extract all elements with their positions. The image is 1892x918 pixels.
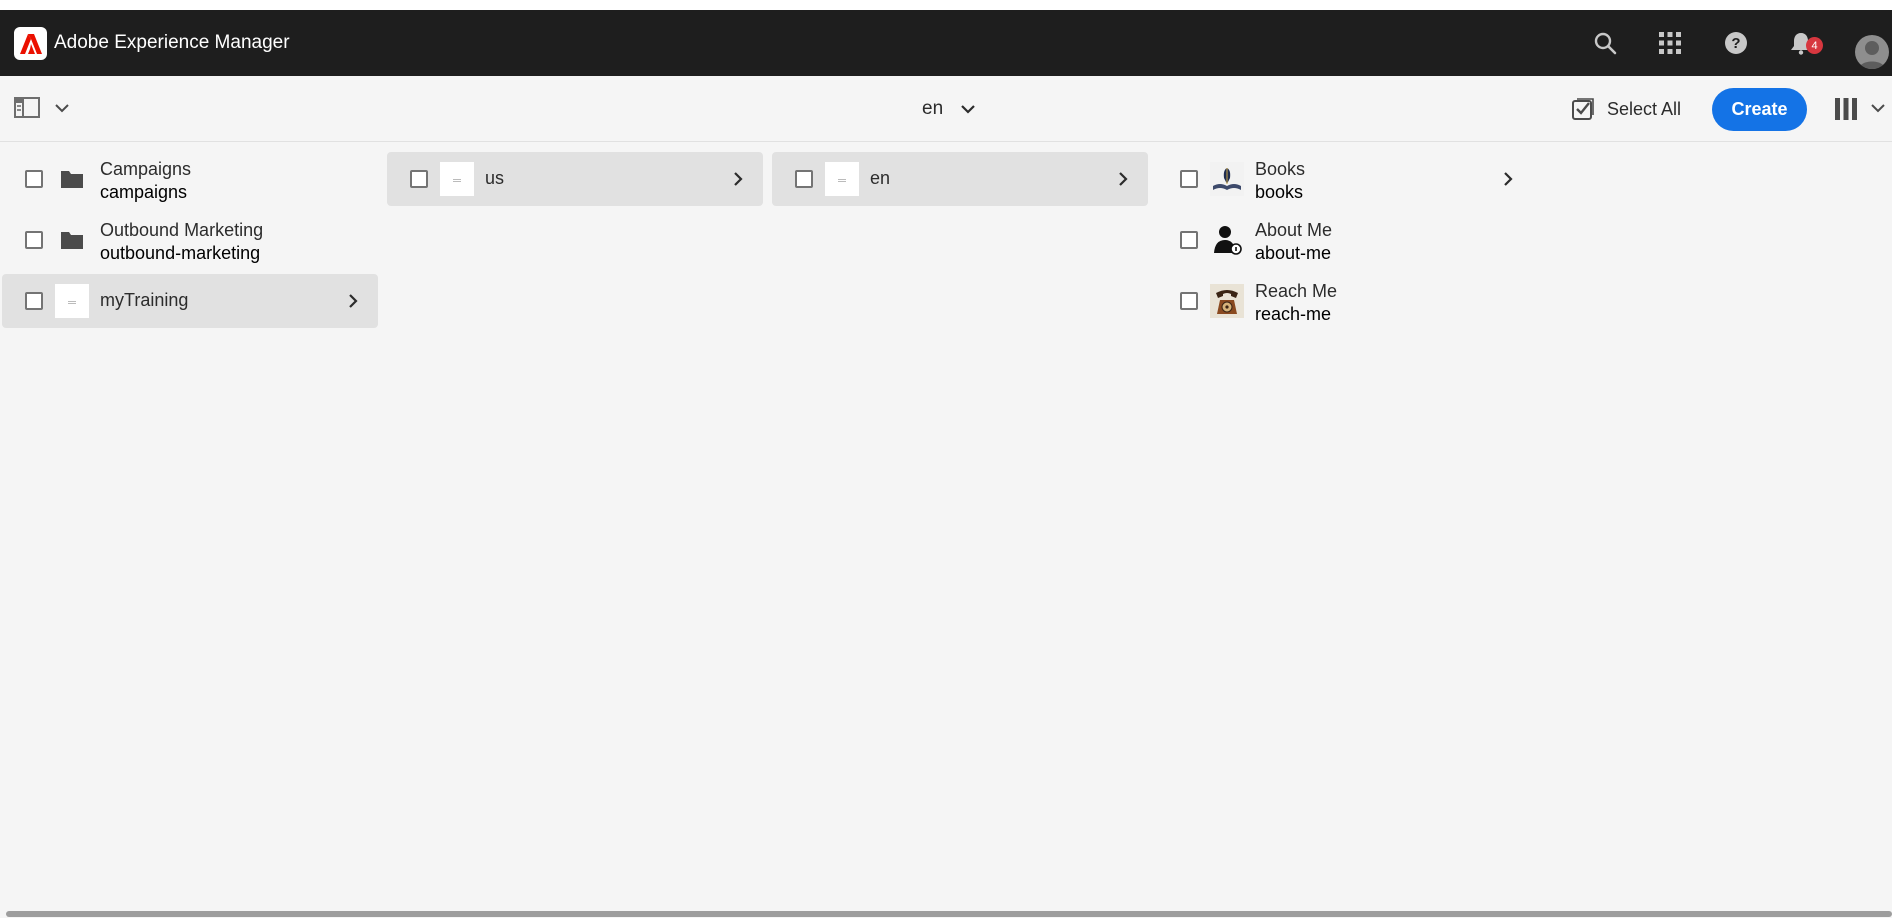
item-title: Campaigns (100, 159, 192, 179)
adobe-logo[interactable] (14, 27, 47, 60)
item-name: about-me (1255, 243, 1332, 263)
item-checkbox[interactable] (795, 170, 813, 188)
page-thumbnail (825, 162, 859, 196)
list-item-campaigns[interactable]: Campaigns campaigns (2, 152, 378, 206)
column-view-icon[interactable] (1834, 96, 1858, 122)
person-thumbnail (1210, 223, 1244, 257)
item-name: books (1255, 182, 1304, 202)
telephone-thumbnail (1210, 284, 1244, 318)
apps-grid-icon[interactable] (1655, 28, 1685, 58)
chevron-right-icon[interactable] (1116, 170, 1130, 188)
column-1: Campaigns campaigns Outbound Marketing o… (2, 143, 378, 909)
column-2: us (387, 143, 763, 909)
list-item-reach-me[interactable]: Reach Me reach-me (1157, 274, 1533, 328)
horizontal-scrollbar[interactable] (0, 910, 1892, 918)
create-button[interactable]: Create (1712, 88, 1807, 131)
list-item-books[interactable]: Books books (1157, 152, 1533, 206)
item-title: Books (1255, 159, 1306, 179)
list-item-outbound-marketing[interactable]: Outbound Marketing outbound-marketing (2, 213, 378, 267)
page-thumbnail (55, 284, 89, 318)
global-header: Adobe Experience Manager ? 4 (0, 10, 1892, 76)
item-name: reach-me (1255, 304, 1332, 324)
list-item-en[interactable]: en (772, 152, 1148, 206)
column-3: en (772, 143, 1148, 909)
scrollbar-thumb[interactable] (6, 911, 1892, 917)
svg-text:?: ? (1731, 35, 1740, 52)
books-thumbnail (1210, 162, 1244, 196)
chevron-down-icon[interactable] (1870, 100, 1886, 116)
folder-icon (55, 223, 89, 257)
item-checkbox[interactable] (25, 231, 43, 249)
select-all-button[interactable]: Select All (1571, 96, 1681, 122)
item-title: Outbound Marketing (100, 220, 264, 240)
notification-badge: 4 (1806, 37, 1823, 54)
item-checkbox[interactable] (1180, 231, 1198, 249)
folder-icon (55, 162, 89, 196)
item-checkbox[interactable] (1180, 170, 1198, 188)
select-all-label: Select All (1607, 98, 1682, 119)
item-checkbox[interactable] (25, 292, 43, 310)
window-top-strip (0, 0, 1892, 10)
item-checkbox[interactable] (410, 170, 428, 188)
list-item-about-me[interactable]: About Me about-me (1157, 213, 1533, 267)
page-thumbnail (440, 162, 474, 196)
item-name: campaigns (100, 182, 188, 202)
help-icon[interactable]: ? (1721, 28, 1751, 58)
column-4: Books books About Me about-me Reach Me r… (1157, 143, 1533, 909)
select-all-icon (1572, 98, 1594, 120)
item-name: outbound-marketing (100, 243, 261, 263)
search-icon[interactable] (1590, 28, 1620, 58)
list-item-mytraining[interactable]: myTraining (2, 274, 378, 328)
page-title[interactable]: en (922, 98, 943, 120)
column-view: Campaigns campaigns Outbound Marketing o… (0, 143, 1892, 909)
item-title: myTraining (100, 290, 189, 310)
rail-toggle-icon[interactable] (14, 97, 40, 119)
action-bar: en Select All Create (0, 76, 1892, 142)
chevron-down-icon[interactable] (960, 101, 976, 117)
adobe-logo-icon (19, 33, 42, 54)
item-title: us (485, 168, 505, 188)
item-title: Reach Me (1255, 281, 1338, 301)
product-name[interactable]: Adobe Experience Manager (54, 32, 290, 54)
chevron-right-icon[interactable] (346, 292, 360, 310)
item-checkbox[interactable] (25, 170, 43, 188)
chevron-right-icon[interactable] (731, 170, 745, 188)
item-checkbox[interactable] (1180, 292, 1198, 310)
list-item-us[interactable]: us (387, 152, 763, 206)
chevron-right-icon[interactable] (1501, 170, 1515, 188)
item-title: en (870, 168, 891, 188)
chevron-down-icon[interactable] (54, 100, 70, 116)
item-title: About Me (1255, 220, 1333, 240)
avatar[interactable] (1855, 35, 1889, 69)
